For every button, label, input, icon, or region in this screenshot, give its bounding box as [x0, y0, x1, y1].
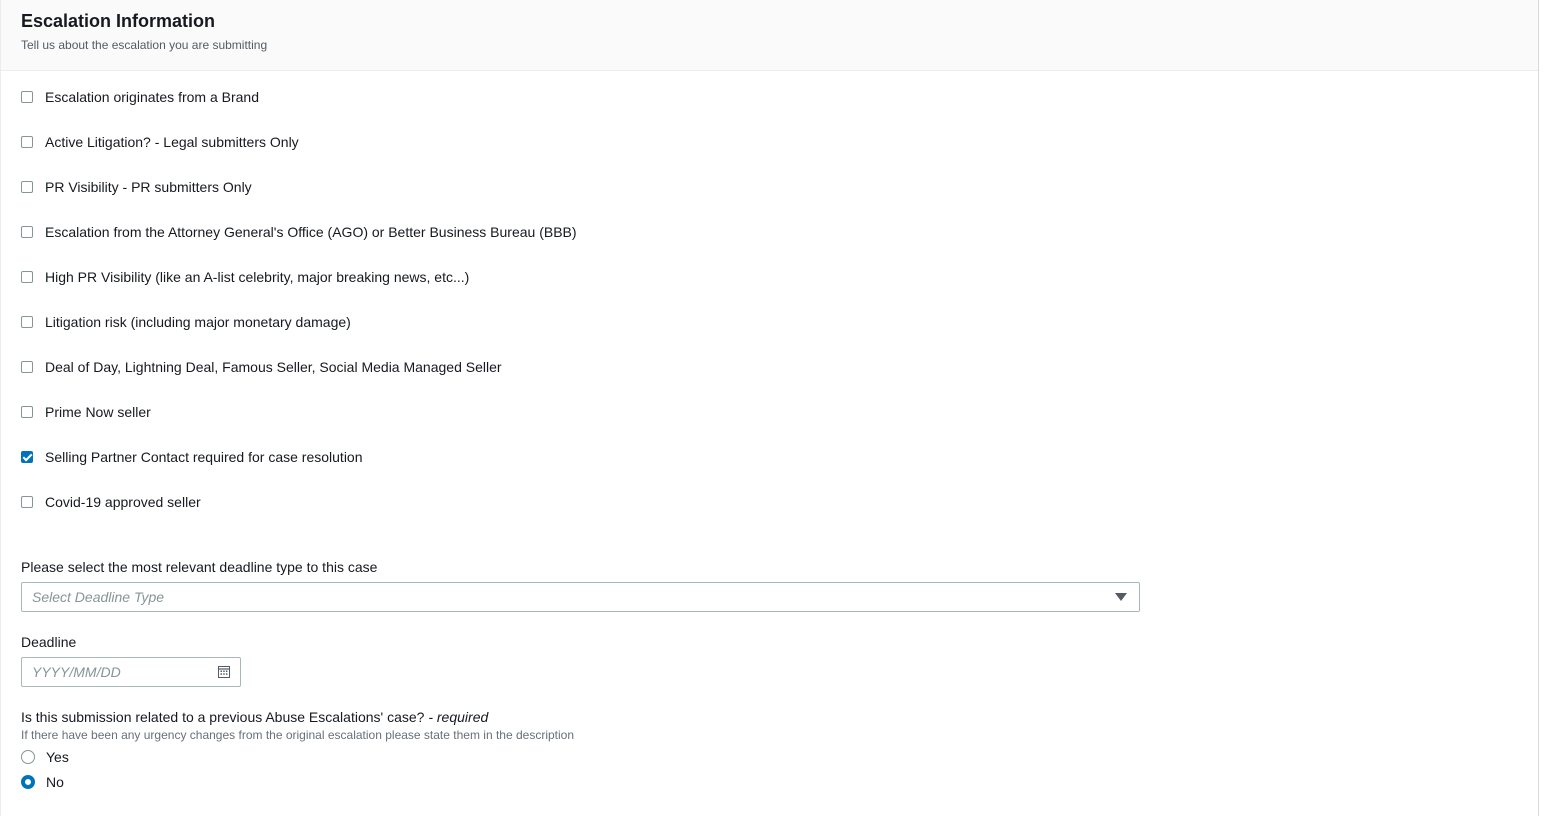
- radio-label: Yes: [46, 749, 69, 765]
- radio-label: No: [46, 774, 64, 790]
- checkbox-box[interactable]: [21, 451, 33, 463]
- checkbox-box[interactable]: [21, 136, 33, 148]
- deadline-label: Deadline: [21, 634, 77, 650]
- checkbox-pr-visibility[interactable]: PR Visibility - PR submitters Only: [21, 177, 252, 197]
- deadline-type-label: Please select the most relevant deadline…: [21, 559, 378, 575]
- checkbox-label: Selling Partner Contact required for cas…: [45, 449, 363, 465]
- previous-case-hint: If there have been any urgency changes f…: [21, 728, 575, 742]
- deadline-placeholder: YYYY/MM/DD: [32, 664, 121, 680]
- checkbox-high-pr-visibility[interactable]: High PR Visibility (like an A-list celeb…: [21, 267, 469, 287]
- checkbox-label: PR Visibility - PR submitters Only: [45, 179, 252, 195]
- deadline-type-placeholder: Select Deadline Type: [32, 589, 165, 605]
- checkbox-label: Deal of Day, Lightning Deal, Famous Sell…: [45, 359, 502, 375]
- checkbox-box[interactable]: [21, 181, 33, 193]
- checkbox-label: Escalation from the Attorney General's O…: [45, 224, 577, 240]
- checkbox-box[interactable]: [21, 271, 33, 283]
- calendar-icon[interactable]: [218, 666, 230, 678]
- radio-option-no[interactable]: No: [21, 772, 64, 792]
- caret-down-icon: [1115, 593, 1127, 601]
- checkbox-prime-now[interactable]: Prime Now seller: [21, 402, 151, 422]
- previous-case-question: Is this submission related to a previous…: [21, 709, 488, 725]
- checkbox-covid-approved[interactable]: Covid-19 approved seller: [21, 492, 201, 512]
- escalation-information-panel: Escalation Information Tell us about the…: [0, 0, 1539, 816]
- checkbox-label: Escalation originates from a Brand: [45, 89, 259, 105]
- checkbox-selling-partner-contact[interactable]: Selling Partner Contact required for cas…: [21, 447, 363, 467]
- checkbox-label: Active Litigation? - Legal submitters On…: [45, 134, 299, 150]
- panel-subtitle: Tell us about the escalation you are sub…: [21, 38, 268, 52]
- checkbox-litigation-risk[interactable]: Litigation risk (including major monetar…: [21, 312, 351, 332]
- checkbox-box[interactable]: [21, 226, 33, 238]
- checkbox-label: Litigation risk (including major monetar…: [45, 314, 351, 330]
- checkbox-box[interactable]: [21, 91, 33, 103]
- deadline-type-select[interactable]: Select Deadline Type: [21, 582, 1140, 612]
- radio-option-yes[interactable]: Yes: [21, 747, 69, 767]
- checkbox-ago-bbb[interactable]: Escalation from the Attorney General's O…: [21, 222, 577, 242]
- panel-header: Escalation Information Tell us about the…: [1, 0, 1538, 71]
- radio-button[interactable]: [21, 750, 35, 764]
- panel-title: Escalation Information: [21, 11, 216, 31]
- checkbox-box[interactable]: [21, 316, 33, 328]
- checkbox-box[interactable]: [21, 406, 33, 418]
- checkbox-label: High PR Visibility (like an A-list celeb…: [45, 269, 470, 285]
- checkbox-label: Prime Now seller: [45, 404, 151, 420]
- required-indicator: - required: [428, 709, 489, 725]
- radio-button[interactable]: [21, 775, 35, 789]
- deadline-date-input[interactable]: YYYY/MM/DD: [21, 657, 241, 687]
- checkbox-box[interactable]: [21, 496, 33, 508]
- checkbox-active-litigation[interactable]: Active Litigation? - Legal submitters On…: [21, 132, 299, 152]
- previous-case-question-text: Is this submission related to a previous…: [21, 709, 425, 725]
- checkbox-deal-of-day[interactable]: Deal of Day, Lightning Deal, Famous Sell…: [21, 357, 502, 377]
- checkbox-brand-origin[interactable]: Escalation originates from a Brand: [21, 87, 259, 107]
- checkbox-box[interactable]: [21, 361, 33, 373]
- checkbox-label: Covid-19 approved seller: [45, 494, 201, 510]
